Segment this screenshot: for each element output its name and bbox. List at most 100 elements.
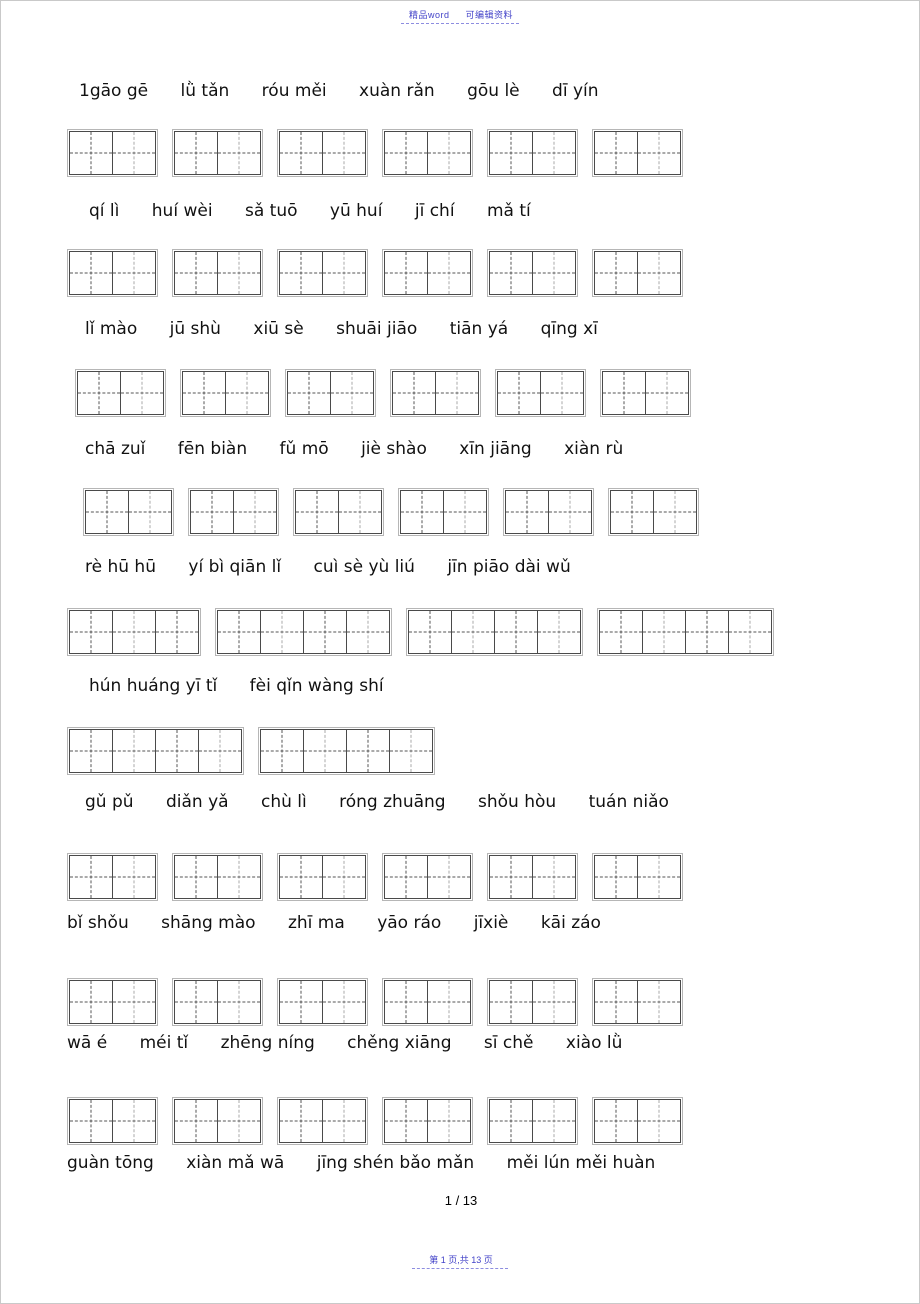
grid-cell[interactable] [112, 131, 156, 175]
grid-group[interactable] [503, 488, 594, 536]
grid-cell[interactable] [69, 855, 113, 899]
grid-cell[interactable] [489, 855, 533, 899]
grid-cell[interactable] [489, 251, 533, 295]
grid-cell[interactable] [174, 251, 218, 295]
grid-group[interactable] [188, 488, 279, 536]
grid-cell[interactable] [435, 371, 479, 415]
grid-cell[interactable] [532, 131, 576, 175]
grid-group[interactable] [277, 129, 368, 177]
grid-group[interactable] [172, 1097, 263, 1145]
grid-group[interactable] [592, 853, 683, 901]
grid-group[interactable] [495, 369, 586, 417]
grid-group[interactable] [172, 978, 263, 1026]
grid-group[interactable] [592, 129, 683, 177]
grid-cell[interactable] [594, 1099, 638, 1143]
grid-group[interactable] [67, 1097, 158, 1145]
grid-cell[interactable] [279, 855, 323, 899]
grid-group[interactable] [592, 249, 683, 297]
grid-group[interactable] [277, 853, 368, 901]
grid-cell[interactable] [279, 251, 323, 295]
grid-cell[interactable] [217, 855, 261, 899]
grid-cell[interactable] [303, 610, 347, 654]
grid-cell[interactable] [155, 610, 199, 654]
grid-cell[interactable] [112, 855, 156, 899]
grid-cell[interactable] [322, 855, 366, 899]
grid-cell[interactable] [497, 371, 541, 415]
grid-cell[interactable] [489, 131, 533, 175]
grid-group[interactable] [83, 488, 174, 536]
grid-group[interactable] [390, 369, 481, 417]
grid-cell[interactable] [637, 855, 681, 899]
grid-cell[interactable] [69, 610, 113, 654]
grid-cell[interactable] [637, 1099, 681, 1143]
grid-cell[interactable] [346, 729, 390, 773]
grid-cell[interactable] [537, 610, 581, 654]
grid-cell[interactable] [217, 251, 261, 295]
grid-group[interactable] [172, 129, 263, 177]
grid-cell[interactable] [637, 131, 681, 175]
grid-cell[interactable] [594, 131, 638, 175]
grid-group[interactable] [406, 608, 583, 656]
grid-cell[interactable] [279, 980, 323, 1024]
grid-cell[interactable] [155, 729, 199, 773]
grid-cell[interactable] [400, 490, 444, 534]
grid-cell[interactable] [610, 490, 654, 534]
grid-group[interactable] [608, 488, 699, 536]
grid-cell[interactable] [346, 610, 390, 654]
grid-cell[interactable] [642, 610, 686, 654]
grid-cell[interactable] [392, 371, 436, 415]
grid-cell[interactable] [384, 131, 428, 175]
grid-group[interactable] [382, 249, 473, 297]
grid-group[interactable] [75, 369, 166, 417]
grid-group[interactable] [258, 727, 435, 775]
grid-cell[interactable] [260, 610, 304, 654]
grid-group[interactable] [487, 1097, 578, 1145]
grid-cell[interactable] [287, 371, 331, 415]
grid-cell[interactable] [217, 980, 261, 1024]
grid-cell[interactable] [112, 980, 156, 1024]
grid-group[interactable] [382, 1097, 473, 1145]
grid-cell[interactable] [594, 855, 638, 899]
grid-group[interactable] [215, 608, 392, 656]
grid-cell[interactable] [190, 490, 234, 534]
grid-cell[interactable] [384, 980, 428, 1024]
grid-cell[interactable] [112, 1099, 156, 1143]
grid-cell[interactable] [330, 371, 374, 415]
grid-cell[interactable] [260, 729, 304, 773]
grid-group[interactable] [600, 369, 691, 417]
grid-group[interactable] [382, 853, 473, 901]
grid-cell[interactable] [653, 490, 697, 534]
grid-cell[interactable] [505, 490, 549, 534]
grid-cell[interactable] [685, 610, 729, 654]
grid-cell[interactable] [489, 980, 533, 1024]
grid-cell[interactable] [532, 855, 576, 899]
grid-cell[interactable] [427, 251, 471, 295]
grid-cell[interactable] [540, 371, 584, 415]
grid-group[interactable] [172, 853, 263, 901]
grid-cell[interactable] [85, 490, 129, 534]
grid-cell[interactable] [322, 980, 366, 1024]
grid-cell[interactable] [728, 610, 772, 654]
grid-cell[interactable] [494, 610, 538, 654]
grid-cell[interactable] [637, 980, 681, 1024]
grid-group[interactable] [487, 249, 578, 297]
grid-group[interactable] [67, 727, 244, 775]
grid-group[interactable] [277, 1097, 368, 1145]
grid-group[interactable] [592, 978, 683, 1026]
grid-cell[interactable] [443, 490, 487, 534]
grid-cell[interactable] [295, 490, 339, 534]
grid-cell[interactable] [174, 131, 218, 175]
grid-cell[interactable] [279, 131, 323, 175]
grid-group[interactable] [277, 978, 368, 1026]
grid-cell[interactable] [427, 1099, 471, 1143]
grid-cell[interactable] [408, 610, 452, 654]
grid-cell[interactable] [279, 1099, 323, 1143]
grid-cell[interactable] [303, 729, 347, 773]
grid-cell[interactable] [69, 251, 113, 295]
grid-cell[interactable] [69, 729, 113, 773]
grid-cell[interactable] [112, 251, 156, 295]
grid-group[interactable] [487, 978, 578, 1026]
grid-cell[interactable] [637, 251, 681, 295]
grid-group[interactable] [172, 249, 263, 297]
grid-cell[interactable] [174, 1099, 218, 1143]
